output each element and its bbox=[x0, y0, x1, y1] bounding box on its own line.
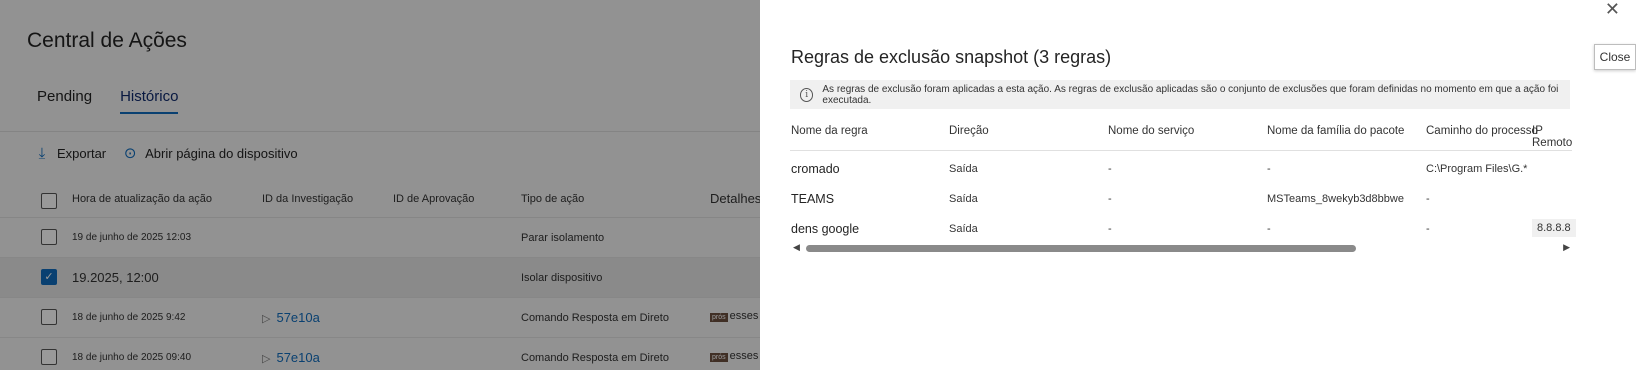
investigation-id: 57e10a bbox=[276, 350, 320, 365]
play-icon: ▷ bbox=[262, 353, 271, 365]
table-row: TEAMS Saída - MSTeams_8wekyb3d8bbwe - bbox=[790, 185, 1572, 215]
info-icon: i bbox=[800, 87, 814, 102]
row-checkbox[interactable] bbox=[41, 309, 57, 325]
tab-list: Pending Histórico bbox=[37, 88, 179, 114]
panel-title: Regras de exclusão snapshot (3 regras) bbox=[791, 47, 1112, 67]
row-checkbox[interactable]: ✓ bbox=[41, 269, 57, 285]
page-title: Central de Ações bbox=[27, 29, 187, 52]
rule-direction: Saída bbox=[949, 163, 978, 175]
rule-name: TEAMS bbox=[791, 192, 835, 206]
play-icon: ▷ bbox=[262, 313, 271, 325]
rule-service: - bbox=[1108, 193, 1112, 205]
column-header-process-path[interactable]: Caminho do processo bbox=[1426, 125, 1538, 137]
rule-package: - bbox=[1267, 223, 1271, 235]
tab-pending[interactable]: Pending bbox=[37, 88, 92, 114]
table-row[interactable]: ✓ 19.2025, 12:00 Isolar dispositivo bbox=[0, 258, 760, 298]
rule-package: MSTeams_8wekyb3d8bbwe bbox=[1267, 193, 1404, 205]
export-button[interactable]: ⤓ Exportar bbox=[34, 145, 106, 162]
rules-table-header: Nome da regra Direção Nome do serviço No… bbox=[790, 118, 1572, 151]
table-row[interactable]: 18 de junho de 2025 9:42 ▷ 57e10a Comando… bbox=[0, 298, 760, 338]
exclusion-rules-panel: ✕ Close Regras de exclusão snapshot (3 r… bbox=[760, 0, 1636, 370]
row-update-time: 19 de junho de 2025 12:03 bbox=[72, 232, 191, 243]
rule-process-path: - bbox=[1426, 223, 1430, 235]
column-header-package-family[interactable]: Nome da família do pacote bbox=[1267, 125, 1404, 137]
row-details: prós esses bbox=[710, 350, 758, 362]
rule-direction: Saída bbox=[949, 193, 978, 205]
open-device-label: Abrir página do dispositivo bbox=[145, 145, 298, 161]
info-message: As regras de exclusão foram aplicadas a … bbox=[822, 83, 1559, 106]
export-label: Exportar bbox=[57, 145, 107, 161]
tabs-divider bbox=[0, 131, 760, 132]
rule-direction: Saída bbox=[949, 223, 978, 235]
column-header-approval-id[interactable]: ID de Aprovação bbox=[393, 193, 474, 205]
investigation-link[interactable]: ▷ 57e10a bbox=[262, 310, 320, 325]
select-all-checkbox[interactable] bbox=[41, 193, 57, 209]
open-device-page-button[interactable]: ⊙ Abrir página do dispositivo bbox=[122, 144, 298, 162]
row-action-type: Comando Resposta em Direto bbox=[521, 352, 669, 364]
rule-service: - bbox=[1108, 223, 1112, 235]
row-update-time: 18 de junho de 2025 09:40 bbox=[72, 352, 191, 363]
column-header-remote-ip[interactable]: IP Remoto bbox=[1532, 125, 1572, 149]
column-header-direction[interactable]: Direção bbox=[949, 125, 989, 137]
actions-table-header: Hora de atualização da ação ID da Invest… bbox=[0, 185, 760, 218]
scroll-left-icon[interactable]: ◀ bbox=[793, 242, 800, 253]
table-row[interactable]: 19 de junho de 2025 12:03 Parar isolamen… bbox=[0, 218, 760, 258]
rule-process-path: C:\Program Files\G.* bbox=[1426, 163, 1528, 175]
rule-name: cromado bbox=[791, 162, 840, 176]
column-header-update-time[interactable]: Hora de atualização da ação bbox=[72, 193, 212, 205]
toolbar: ⤓ Exportar ⊙ Abrir página do dispositivo bbox=[34, 144, 306, 163]
investigation-id: 57e10a bbox=[276, 310, 320, 325]
rule-package: - bbox=[1267, 163, 1271, 175]
column-header-service-name[interactable]: Nome do serviço bbox=[1108, 125, 1194, 137]
row-action-type: Isolar dispositivo bbox=[521, 272, 603, 284]
row-update-time: 19.2025, 12:00 bbox=[72, 270, 159, 285]
details-text: esses bbox=[729, 310, 759, 322]
close-tooltip: Close bbox=[1594, 44, 1636, 70]
details-text: esses bbox=[729, 350, 759, 362]
rule-service: - bbox=[1108, 163, 1112, 175]
row-update-time: 18 de junho de 2025 9:42 bbox=[72, 312, 186, 323]
column-header-details[interactable]: Detalhes bbox=[710, 191, 760, 206]
column-header-action-type[interactable]: Tipo de ação bbox=[521, 193, 584, 205]
info-message-bar: i As regras de exclusão foram aplicadas … bbox=[790, 80, 1570, 109]
investigation-link[interactable]: ▷ 57e10a bbox=[262, 350, 320, 365]
table-row: dens google Saída - - - 8.8.8.8 bbox=[790, 215, 1576, 245]
rule-name: dens google bbox=[791, 222, 860, 236]
rule-remote-ip: 8.8.8.8 bbox=[1532, 219, 1576, 237]
scroll-right-icon[interactable]: ▶ bbox=[1563, 242, 1570, 253]
tab-history[interactable]: Histórico bbox=[120, 88, 179, 114]
rule-process-path: - bbox=[1426, 193, 1430, 205]
row-checkbox[interactable] bbox=[41, 229, 57, 245]
table-row[interactable]: 18 de junho de 2025 09:40 ▷ 57e10a Comand… bbox=[0, 338, 760, 370]
exclusion-rules-table: Nome da regra Direção Nome do serviço No… bbox=[790, 118, 1576, 245]
details-tag: prós bbox=[710, 353, 728, 362]
details-tag: prós bbox=[710, 313, 728, 322]
horizontal-scrollbar[interactable]: ◀ ▶ bbox=[790, 242, 1572, 254]
action-center-page: Central de Ações Pending Histórico ⤓ Exp… bbox=[0, 0, 760, 370]
row-details: prós esses bbox=[710, 310, 758, 322]
navigate-icon: ⊙ bbox=[123, 145, 137, 162]
column-header-rule-name[interactable]: Nome da regra bbox=[791, 125, 868, 137]
scrollbar-thumb[interactable] bbox=[806, 245, 1356, 252]
row-action-type: Parar isolamento bbox=[521, 232, 605, 244]
column-header-investigation-id[interactable]: ID da Investigação bbox=[262, 193, 353, 205]
row-action-type: Comando Resposta em Direto bbox=[521, 312, 669, 324]
download-icon: ⤓ bbox=[38, 144, 46, 162]
close-icon[interactable]: ✕ bbox=[1605, 0, 1620, 18]
table-row: cromado Saída - - C:\Program Files\G.* bbox=[790, 155, 1572, 185]
row-checkbox[interactable] bbox=[41, 349, 57, 365]
